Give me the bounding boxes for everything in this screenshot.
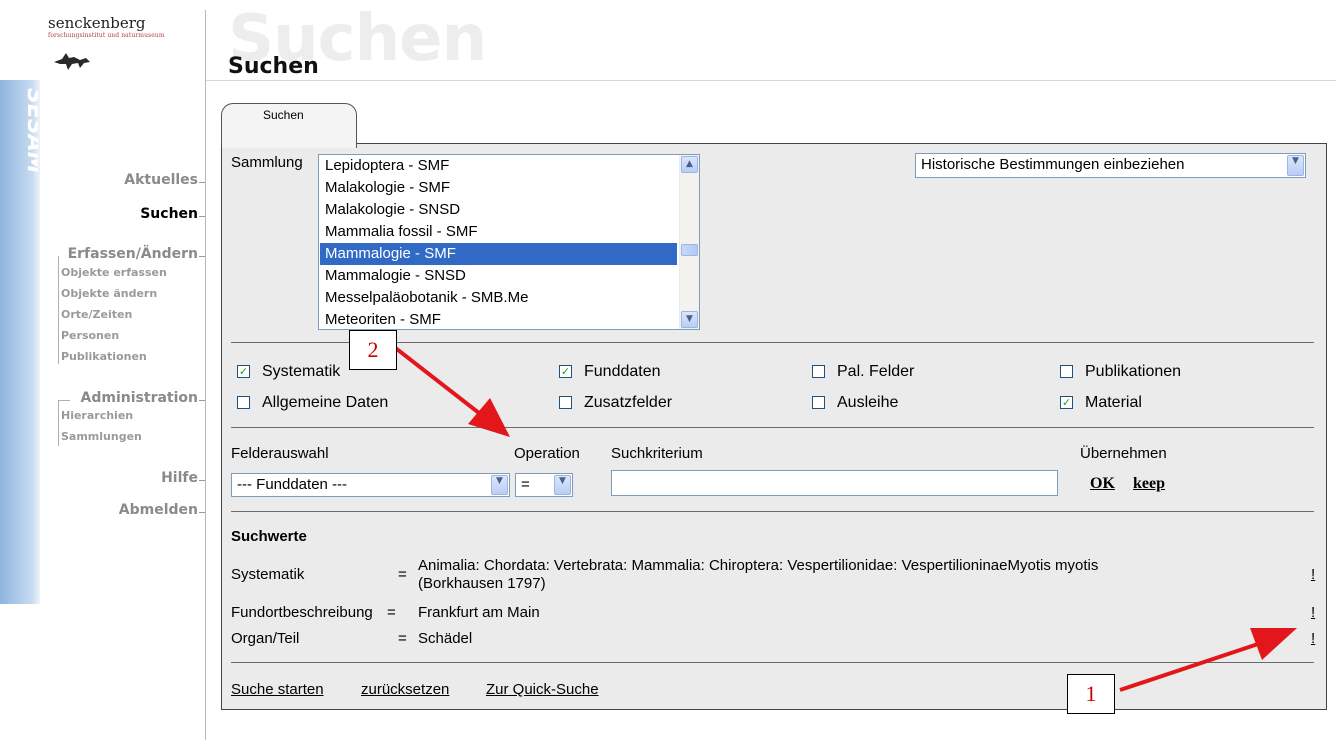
callout-1: 1	[1067, 674, 1115, 714]
annotation-overlay	[378, 334, 1297, 692]
arrow-1-line	[1119, 638, 1271, 692]
arrow-2-head-icon	[468, 398, 510, 437]
arrow-1-head-icon	[1250, 628, 1297, 660]
callout-2: 2	[349, 330, 397, 370]
